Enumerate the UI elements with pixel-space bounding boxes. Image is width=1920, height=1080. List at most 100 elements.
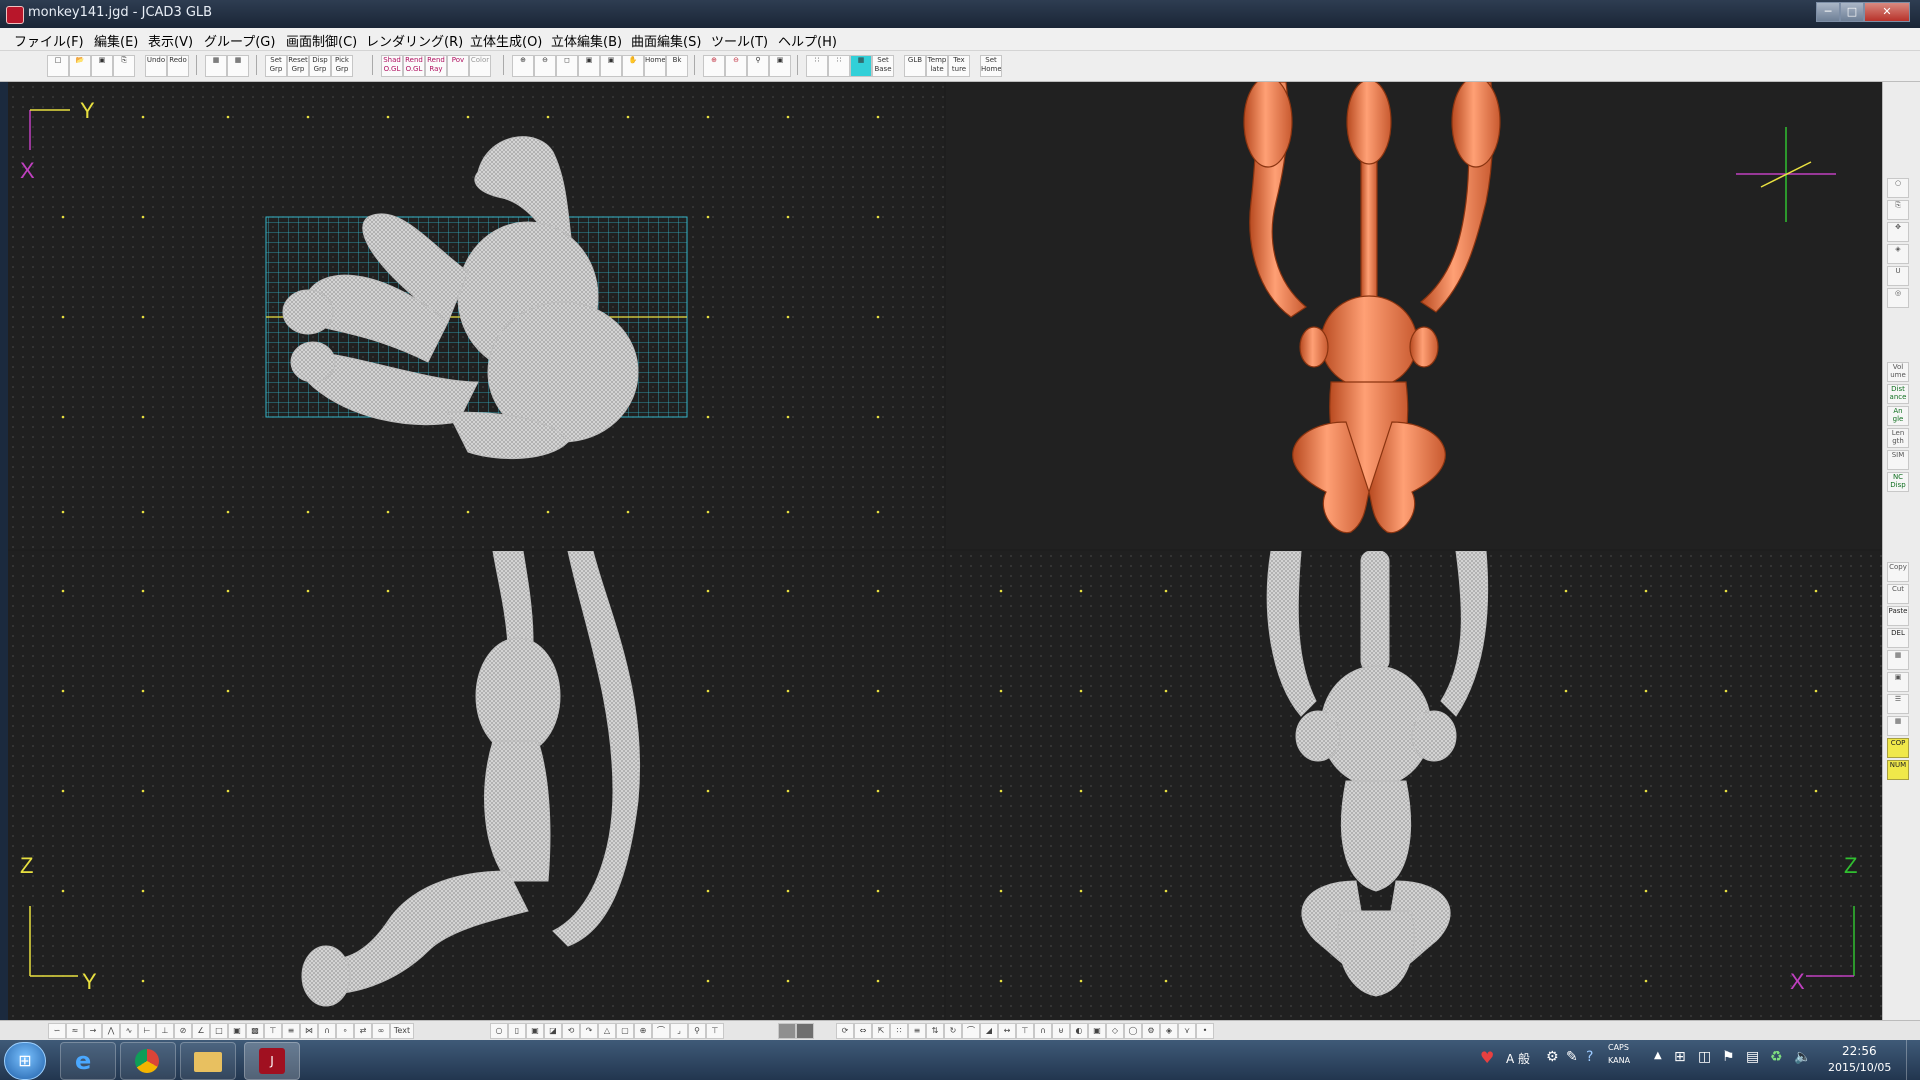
twist-tool-icon[interactable]: ↻ xyxy=(944,1023,962,1039)
flag-icon[interactable]: ⚑ xyxy=(1722,1049,1735,1065)
set-group-button[interactable]: Set Grp xyxy=(265,55,287,77)
scale-tool-icon[interactable]: ⇱ xyxy=(872,1023,890,1039)
volume-icon[interactable]: 🔈 xyxy=(1794,1049,1811,1065)
set-home-button[interactable]: Set Home xyxy=(980,55,1002,77)
extrude-tool-icon[interactable]: ◪ xyxy=(544,1023,562,1039)
dim-tool-icon[interactable]: ⊤ xyxy=(264,1023,282,1039)
security-icon[interactable]: ♻ xyxy=(1770,1049,1783,1065)
viewport-top[interactable]: Y X xyxy=(8,82,944,549)
cut-button[interactable]: Cut xyxy=(1887,584,1909,604)
viewport-perspective[interactable] xyxy=(946,82,1882,549)
calculator-icon[interactable]: ▦ xyxy=(1887,650,1909,670)
menu-group[interactable]: グループ(G) xyxy=(204,31,275,50)
copy-button[interactable]: Copy xyxy=(1887,562,1909,582)
snap-grid-icon[interactable]: ∷ xyxy=(828,55,850,77)
pick-group-button[interactable]: Pick Grp xyxy=(331,55,353,77)
pin-tool-icon[interactable]: ⚲ xyxy=(688,1023,706,1039)
hatch-tool-icon[interactable]: ▩ xyxy=(246,1023,264,1039)
project-tool-icon[interactable]: ⊤ xyxy=(1016,1023,1034,1039)
render-opengl-button[interactable]: Rend O.GL xyxy=(403,55,425,77)
back-view-button[interactable]: Bk xyxy=(666,55,688,77)
array-tool-icon[interactable]: ∷ xyxy=(890,1023,908,1039)
grid-dots-icon[interactable]: ∷ xyxy=(806,55,828,77)
wave-tool-icon[interactable]: ≈ xyxy=(66,1023,84,1039)
zoom-all-icon[interactable]: ▣ xyxy=(600,55,622,77)
monitor-icon[interactable]: ◫ xyxy=(1698,1049,1711,1065)
fuse-tool-icon[interactable]: ∩ xyxy=(1034,1023,1052,1039)
label-tool-icon[interactable]: ⊤ xyxy=(706,1023,724,1039)
dark-fill-icon[interactable] xyxy=(796,1023,814,1039)
loft-tool-icon[interactable]: △ xyxy=(598,1023,616,1039)
menu-rendering[interactable]: レンダリング(R) xyxy=(366,31,463,50)
network-icon[interactable]: ▤ xyxy=(1746,1049,1759,1065)
polyline-tool-icon[interactable]: ⋀ xyxy=(102,1023,120,1039)
spline-tool-icon[interactable]: ∿ xyxy=(120,1023,138,1039)
tray-pen-icon[interactable]: ✎ xyxy=(1566,1049,1578,1065)
menu-surface-edit[interactable]: 曲面編集(S) xyxy=(631,31,701,50)
print-view-icon[interactable]: ⎘ xyxy=(1887,200,1909,220)
unit-icon[interactable]: U xyxy=(1887,266,1909,286)
taskbar-chrome[interactable] xyxy=(120,1042,176,1080)
shade-opengl-button[interactable]: Shad O.GL xyxy=(381,55,403,77)
text-tool-button[interactable]: Text xyxy=(390,1023,414,1039)
zoom-fit-icon[interactable]: ◻ xyxy=(556,55,578,77)
home-view-button[interactable]: Home xyxy=(644,55,666,77)
stretch-tool-icon[interactable]: ↔ xyxy=(998,1023,1016,1039)
box-tool-icon[interactable]: ▣ xyxy=(526,1023,544,1039)
gem-tool-icon[interactable]: ◇ xyxy=(1106,1023,1124,1039)
shell-tool-icon[interactable]: ▢ xyxy=(616,1023,634,1039)
distance-button[interactable]: Dist ance xyxy=(1887,384,1909,404)
copy-view-icon[interactable]: ▦ xyxy=(205,55,227,77)
stone-tool-icon[interactable]: ◈ xyxy=(1160,1023,1178,1039)
join-tool-icon[interactable]: ∩ xyxy=(318,1023,336,1039)
layout-icon[interactable]: ▦ xyxy=(227,55,249,77)
nc-display-button[interactable]: NC Disp xyxy=(1887,472,1909,492)
menu-solid-create[interactable]: 立体生成(O) xyxy=(470,31,542,50)
arrow-tool-icon[interactable]: → xyxy=(84,1023,102,1039)
close-button[interactable]: ✕ xyxy=(1864,2,1910,22)
ime-indicator[interactable]: A 般 xyxy=(1506,1050,1530,1067)
gray-fill-icon[interactable] xyxy=(778,1023,796,1039)
fit-all-icon[interactable]: ▣ xyxy=(769,55,791,77)
measure-tool-icon[interactable]: ⊢ xyxy=(138,1023,156,1039)
circle-tool-icon[interactable]: ○ xyxy=(490,1023,508,1039)
volume-button[interactable]: Vol ume xyxy=(1887,362,1909,382)
revolve-tool-icon[interactable]: ⟲ xyxy=(562,1023,580,1039)
setting-tool-icon[interactable]: ⚙ xyxy=(1142,1023,1160,1039)
move-tool-icon[interactable]: ⇄ xyxy=(354,1023,372,1039)
bead-tool-icon[interactable]: • xyxy=(1196,1023,1214,1039)
grid-display-icon[interactable]: ▦ xyxy=(850,55,872,77)
layer-icon[interactable]: ◈ xyxy=(1887,244,1909,264)
save-icon[interactable]: ▣ xyxy=(91,55,113,77)
tray-tool-icon[interactable]: ⚙ xyxy=(1546,1049,1559,1065)
trim-tool-icon[interactable]: ⊘ xyxy=(174,1023,192,1039)
menu-screen-control[interactable]: 画面制御(C) xyxy=(286,31,357,50)
sweep-tool-icon[interactable]: ↷ xyxy=(580,1023,598,1039)
menu-help[interactable]: ヘルプ(H) xyxy=(778,31,837,50)
bend-tool-icon[interactable]: ⌒ xyxy=(962,1023,980,1039)
tree-icon[interactable]: ☰ xyxy=(1887,694,1909,714)
glb-button[interactable]: GLB xyxy=(904,55,926,77)
rotate-icon[interactable]: ○ xyxy=(1887,178,1909,198)
cylinder-tool-icon[interactable]: ▯ xyxy=(508,1023,526,1039)
help-icon[interactable]: ? xyxy=(1586,1049,1593,1065)
taper-tool-icon[interactable]: ◢ xyxy=(980,1023,998,1039)
menu-view[interactable]: 表示(V) xyxy=(148,31,193,50)
prong-tool-icon[interactable]: ⋎ xyxy=(1178,1023,1196,1039)
set-base-button[interactable]: Set Base xyxy=(872,55,894,77)
emboss-tool-icon[interactable]: ▣ xyxy=(1088,1023,1106,1039)
print-icon[interactable]: ⎘ xyxy=(113,55,135,77)
app-icon[interactable] xyxy=(6,6,24,24)
curve-tool-icon[interactable]: ∽ xyxy=(48,1023,66,1039)
align-tool-icon[interactable]: ≡ xyxy=(908,1023,926,1039)
wrap-tool-icon[interactable]: ◐ xyxy=(1070,1023,1088,1039)
split-tool-icon[interactable]: ⊎ xyxy=(1052,1023,1070,1039)
length-button[interactable]: Len gth xyxy=(1887,428,1909,448)
viewport-front[interactable]: Z X xyxy=(946,551,1882,1020)
target-icon[interactable]: ◎ xyxy=(1887,288,1909,308)
node-tool-icon[interactable]: ∘ xyxy=(336,1023,354,1039)
viewport-side[interactable]: Z Y xyxy=(8,551,944,1020)
delete-button[interactable]: DEL xyxy=(1887,628,1909,648)
rotate-tool-icon[interactable]: ⟳ xyxy=(836,1023,854,1039)
windows-icon[interactable]: ⊞ xyxy=(1674,1049,1686,1065)
